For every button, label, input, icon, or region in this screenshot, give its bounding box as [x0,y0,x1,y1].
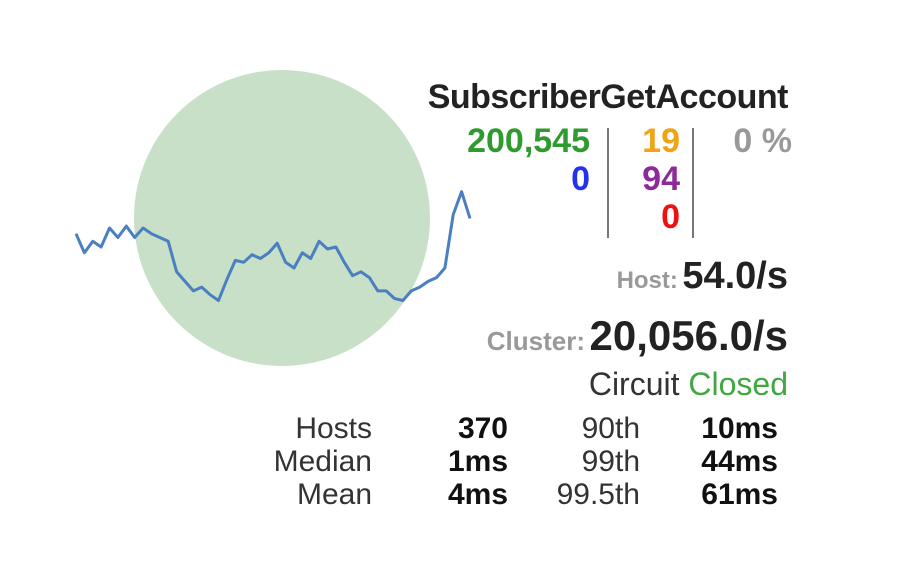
stat-label: 99th [581,445,640,478]
stat-label: Median [273,445,372,478]
stats-labels-right: 90th 99th 99.5th [520,412,640,511]
stat-label: Mean [296,478,372,511]
circuit-name: SubscriberGetAccount [427,78,789,116]
failure-count: 0 [661,198,680,236]
counts-column-1: 200,545 0 [440,122,590,198]
circuit-status-prefix: Circuit [588,366,680,402]
host-rate: Host: 54.0/s [617,255,788,298]
stat-value: 10ms [701,412,778,445]
host-rate-label: Host: [616,267,678,294]
divider-2 [692,128,694,238]
hystrix-circuit-panel: SubscriberGetAccount 200,545 0 19 94 0 0… [0,0,902,578]
stat-value: 370 [457,412,508,445]
stat-value: 1ms [447,445,508,478]
host-rate-value: 54.0/s [682,255,788,297]
divider-1 [607,128,609,238]
timeout-count: 19 [642,122,680,160]
cluster-rate: Cluster: 20,056.0/s [487,312,788,360]
stat-value: 4ms [447,478,508,511]
circuit-status-state: Closed [688,366,788,402]
circuit-status: Circuit Closed [589,366,788,403]
stat-value: 44ms [701,445,778,478]
stat-label: 99.5th [556,478,640,511]
counts-column-3: 0 % [700,122,792,160]
stats-values-right: 10ms 44ms 61ms [660,412,778,511]
success-count: 200,545 [467,122,590,160]
stat-label: Hosts [295,412,372,445]
error-percentage: 0 % [733,122,792,160]
cluster-rate-label: Cluster: [486,326,586,356]
stats-labels-left: Hosts Median Mean [200,412,372,511]
counts-column-2: 19 94 0 [610,122,680,236]
cluster-rate-value: 20,056.0/s [589,312,788,359]
stat-label: 90th [581,412,640,445]
rejected-count: 94 [642,160,680,198]
short-circuited-count: 0 [571,160,590,198]
health-circle [134,70,430,366]
stat-value: 61ms [701,478,778,511]
stats-values-left: 370 1ms 4ms [400,412,508,511]
